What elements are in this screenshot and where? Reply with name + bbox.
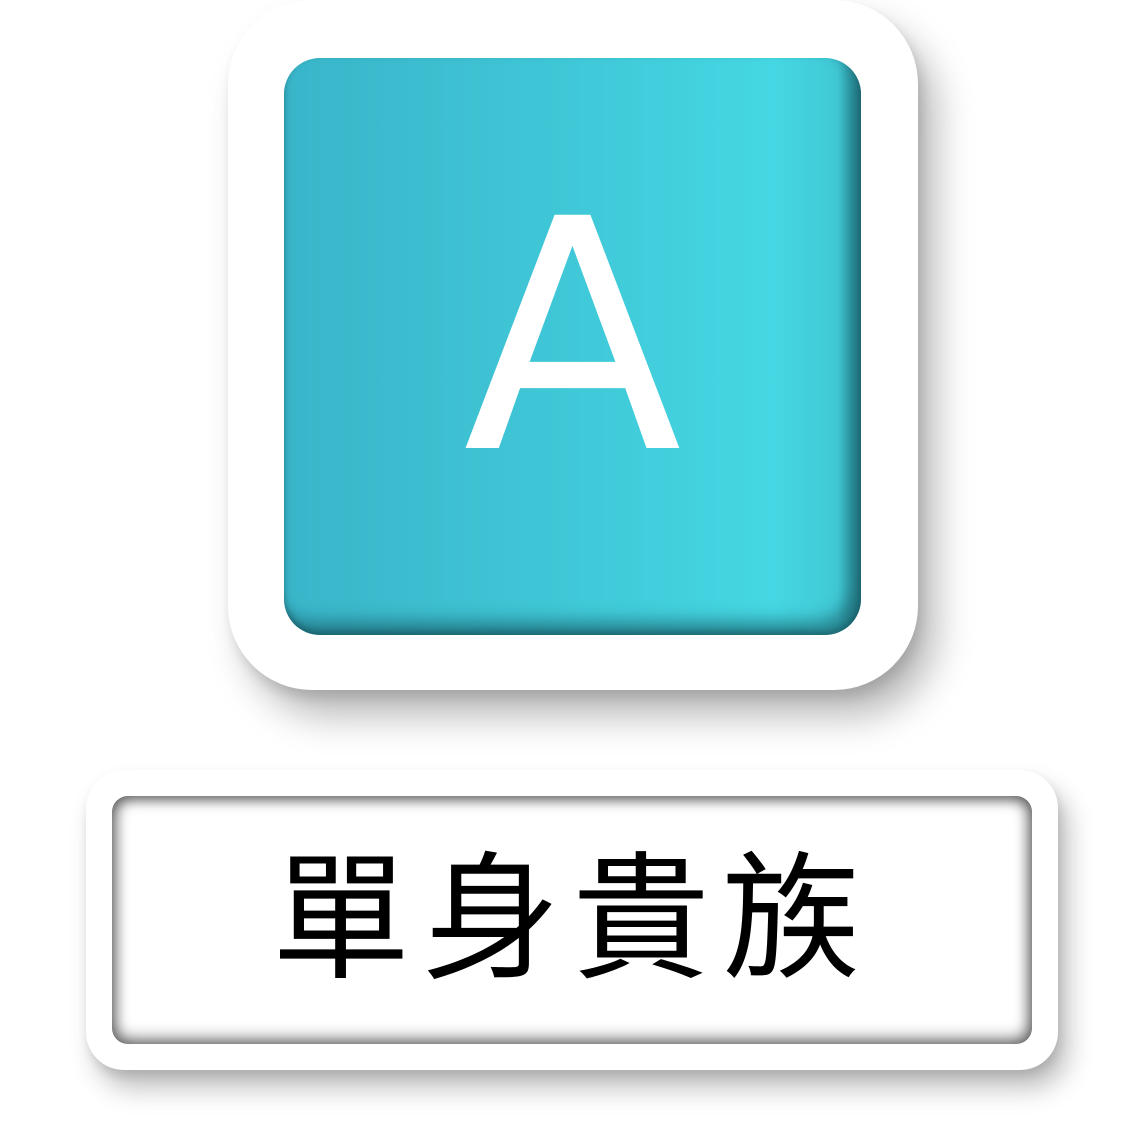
- letter-tile-face: A: [284, 58, 861, 635]
- category-card: A 單身貴族: [0, 0, 1146, 1146]
- label-plate-inner: 單身貴族: [112, 796, 1032, 1044]
- tile-letter: A: [463, 152, 682, 524]
- letter-tile[interactable]: A: [228, 0, 918, 690]
- label-text: 單身貴族: [271, 839, 872, 1000]
- label-plate[interactable]: 單身貴族: [86, 770, 1058, 1070]
